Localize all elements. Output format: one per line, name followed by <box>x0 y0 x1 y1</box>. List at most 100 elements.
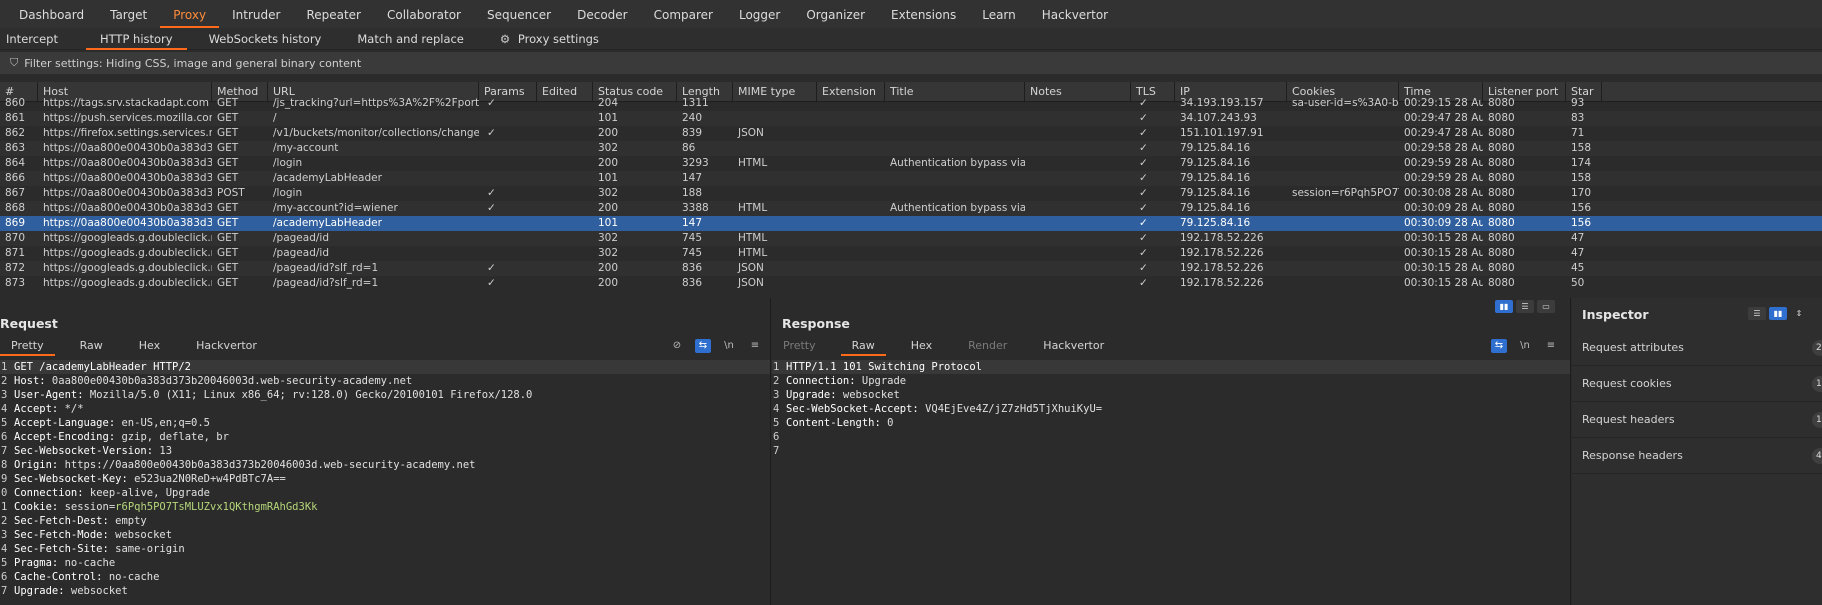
cell-ip: 151.101.197.91 <box>1180 127 1264 139</box>
header-name: Sec-Fetch-Dest: <box>14 515 109 527</box>
cell-edited <box>537 216 593 231</box>
cell-cookies <box>1287 276 1399 291</box>
header-name: Host: <box>14 375 46 387</box>
cell-time: 00:30:15 28 Aug... <box>1404 277 1483 289</box>
table-row[interactable]: 867 https://0aa800e00430b0a383d373b2... PO… <box>0 186 1822 201</box>
request-editor[interactable]: 1 GET /academyLabHeader HTTP/2 2 Host: 0aa8… <box>0 360 770 598</box>
cell-url: /v1/buckets/monitor/collections/changes/… <box>273 127 479 139</box>
table-row[interactable]: 863 https://0aa800e00430b0a383d373b2... GE… <box>0 141 1822 156</box>
tab-decoder[interactable]: Decoder <box>564 0 641 28</box>
collapse-icon[interactable]: ⇕ <box>1790 307 1808 320</box>
cell-num: 863 <box>5 142 26 154</box>
layout-side-by-side-icon[interactable]: ▮▮ <box>1495 300 1513 313</box>
cell-mime <box>733 216 817 231</box>
table-row[interactable]: 866 https://0aa800e00430b0a383d373b2... GE… <box>0 171 1822 186</box>
cell-ip: 79.125.84.16 <box>1180 142 1251 154</box>
line-number: 7 <box>1 585 8 597</box>
cell-cookies <box>1287 231 1399 246</box>
cell-notes <box>1025 96 1131 111</box>
layout-stacked-icon[interactable]: ☰ <box>1516 300 1534 313</box>
tab-intruder[interactable]: Intruder <box>219 0 293 28</box>
tab-hackvertor[interactable]: Hackvertor <box>1029 0 1121 28</box>
proxy-settings-button[interactable]: ⚙ Proxy settings <box>500 28 613 50</box>
tab-comparer[interactable]: Comparer <box>641 0 726 28</box>
view-tab-hackvertor[interactable]: Hackvertor <box>185 336 268 356</box>
tab-intercept[interactable]: Intercept <box>6 28 72 50</box>
cell-url: /js_tracking?url=https%3A%2F%2Fportswigg… <box>273 97 479 109</box>
filter-settings-bar[interactable]: ⛉ Filter settings: Hiding CSS, image and… <box>0 52 1822 74</box>
tab-repeater[interactable]: Repeater <box>293 0 374 28</box>
tab-learn[interactable]: Learn <box>969 0 1029 28</box>
line-number: 7 <box>773 445 780 457</box>
tab-logger[interactable]: Logger <box>726 0 793 28</box>
cell-method: GET <box>217 247 239 259</box>
view-tab-hackvertor[interactable]: Hackvertor <box>1032 336 1115 356</box>
table-row[interactable]: 861 https://push.services.mozilla.com GET /… <box>0 111 1822 126</box>
view-tab-pretty[interactable]: Pretty <box>772 336 827 356</box>
newline-icon[interactable]: \n <box>721 339 737 353</box>
tab-target[interactable]: Target <box>97 0 160 28</box>
layout-tabs-icon[interactable]: ▭ <box>1537 300 1555 313</box>
view-tab-hex[interactable]: Hex <box>128 336 171 356</box>
tab-dashboard[interactable]: Dashboard <box>6 0 97 28</box>
newline-icon[interactable]: \n <box>1517 339 1533 353</box>
cell-method: GET <box>217 112 239 124</box>
inspector-section-request-cookies[interactable]: Request cookies 1 <box>1572 366 1822 402</box>
inspector-section-request-headers[interactable]: Request headers 15 <box>1572 402 1822 438</box>
table-row[interactable]: 864 https://0aa800e00430b0a383d373b2... GE… <box>0 156 1822 171</box>
view-tab-hex[interactable]: Hex <box>900 336 943 356</box>
cell-tls: ✓ <box>1139 277 1148 289</box>
cell-notes <box>1025 276 1131 291</box>
response-editor[interactable]: 1 HTTP/1.1 101 Switching Protocol 2 Connect… <box>772 360 1570 458</box>
view-tab-raw[interactable]: Raw <box>840 336 886 356</box>
tab-http-history[interactable]: HTTP history <box>85 28 187 50</box>
tab-sequencer[interactable]: Sequencer <box>474 0 564 28</box>
header-value: */* <box>58 403 84 415</box>
table-row[interactable]: 869 https://0aa800e00430b0a383d373b2... GE… <box>0 216 1822 231</box>
menu-icon[interactable]: ≡ <box>1543 339 1559 353</box>
cell-params <box>479 156 537 171</box>
cell-url: /login <box>273 187 303 199</box>
view-tab-raw[interactable]: Raw <box>69 336 114 356</box>
table-row[interactable]: 870 https://googleads.g.doubleclick.net GE… <box>0 231 1822 246</box>
tab-organizer[interactable]: Organizer <box>793 0 878 28</box>
hide-nonprintable-icon[interactable]: ⊘ <box>669 339 685 353</box>
cell-host: https://0aa800e00430b0a383d373b2... <box>43 217 212 229</box>
table-row[interactable]: 873 https://googleads.g.doubleclick.net GE… <box>0 276 1822 291</box>
cell-length: 3388 <box>682 202 709 214</box>
tab-match-and-replace[interactable]: Match and replace <box>357 28 478 50</box>
header-name: Content-Length: <box>786 417 881 429</box>
table-row[interactable]: 860 https://tags.srv.stackadapt.com GET/js… <box>0 96 1822 111</box>
cell-params: ✓ <box>487 187 496 199</box>
word-wrap-icon[interactable]: ⇆ <box>695 339 711 353</box>
tab-collaborator[interactable]: Collaborator <box>374 0 474 28</box>
response-editor-tools: ⇆ \n ≡ <box>1491 336 1559 356</box>
table-row[interactable]: 872 https://googleads.g.doubleclick.net GE… <box>0 261 1822 276</box>
inspector-section-request-attributes[interactable]: Request attributes 2 <box>1572 330 1822 366</box>
cell-ext <box>817 261 885 276</box>
proxy-sub-tab-bar: Intercept HTTP history WebSockets histor… <box>0 28 1822 50</box>
view-tab-render[interactable]: Render <box>957 336 1018 356</box>
cell-cookies: sa-user-id=s%3A0-b3... <box>1292 97 1399 109</box>
inspector-layout-icon[interactable]: ☰ <box>1748 307 1766 320</box>
menu-icon[interactable]: ≡ <box>747 339 763 353</box>
cell-star: 156 <box>1571 217 1592 229</box>
cell-ext <box>817 201 885 216</box>
table-row[interactable]: 871 https://googleads.g.doubleclick.net GE… <box>0 246 1822 261</box>
cell-num: 870 <box>5 232 26 244</box>
tab-proxy[interactable]: Proxy <box>160 0 220 28</box>
word-wrap-icon[interactable]: ⇆ <box>1491 339 1507 353</box>
cell-title <box>885 96 1025 111</box>
code-line: 4 Accept: */* <box>0 402 770 416</box>
code-line: 5 Pragma: no-cache <box>0 556 770 570</box>
inspector-section-response-headers[interactable]: Response headers 4 <box>1572 438 1822 474</box>
inspector-split-icon[interactable]: ▮▮ <box>1769 307 1787 320</box>
tab-extensions[interactable]: Extensions <box>878 0 969 28</box>
tab-websockets-history[interactable]: WebSockets history <box>209 28 336 50</box>
view-tab-pretty[interactable]: Pretty <box>0 336 55 356</box>
header-value: no-cache <box>102 571 160 583</box>
table-row[interactable]: 862 https://firefox.settings.services.moz… <box>0 126 1822 141</box>
cell-mime: HTML <box>738 232 768 244</box>
cell-ext <box>817 246 885 261</box>
table-row[interactable]: 868 https://0aa800e00430b0a383d373b2... GE… <box>0 201 1822 216</box>
